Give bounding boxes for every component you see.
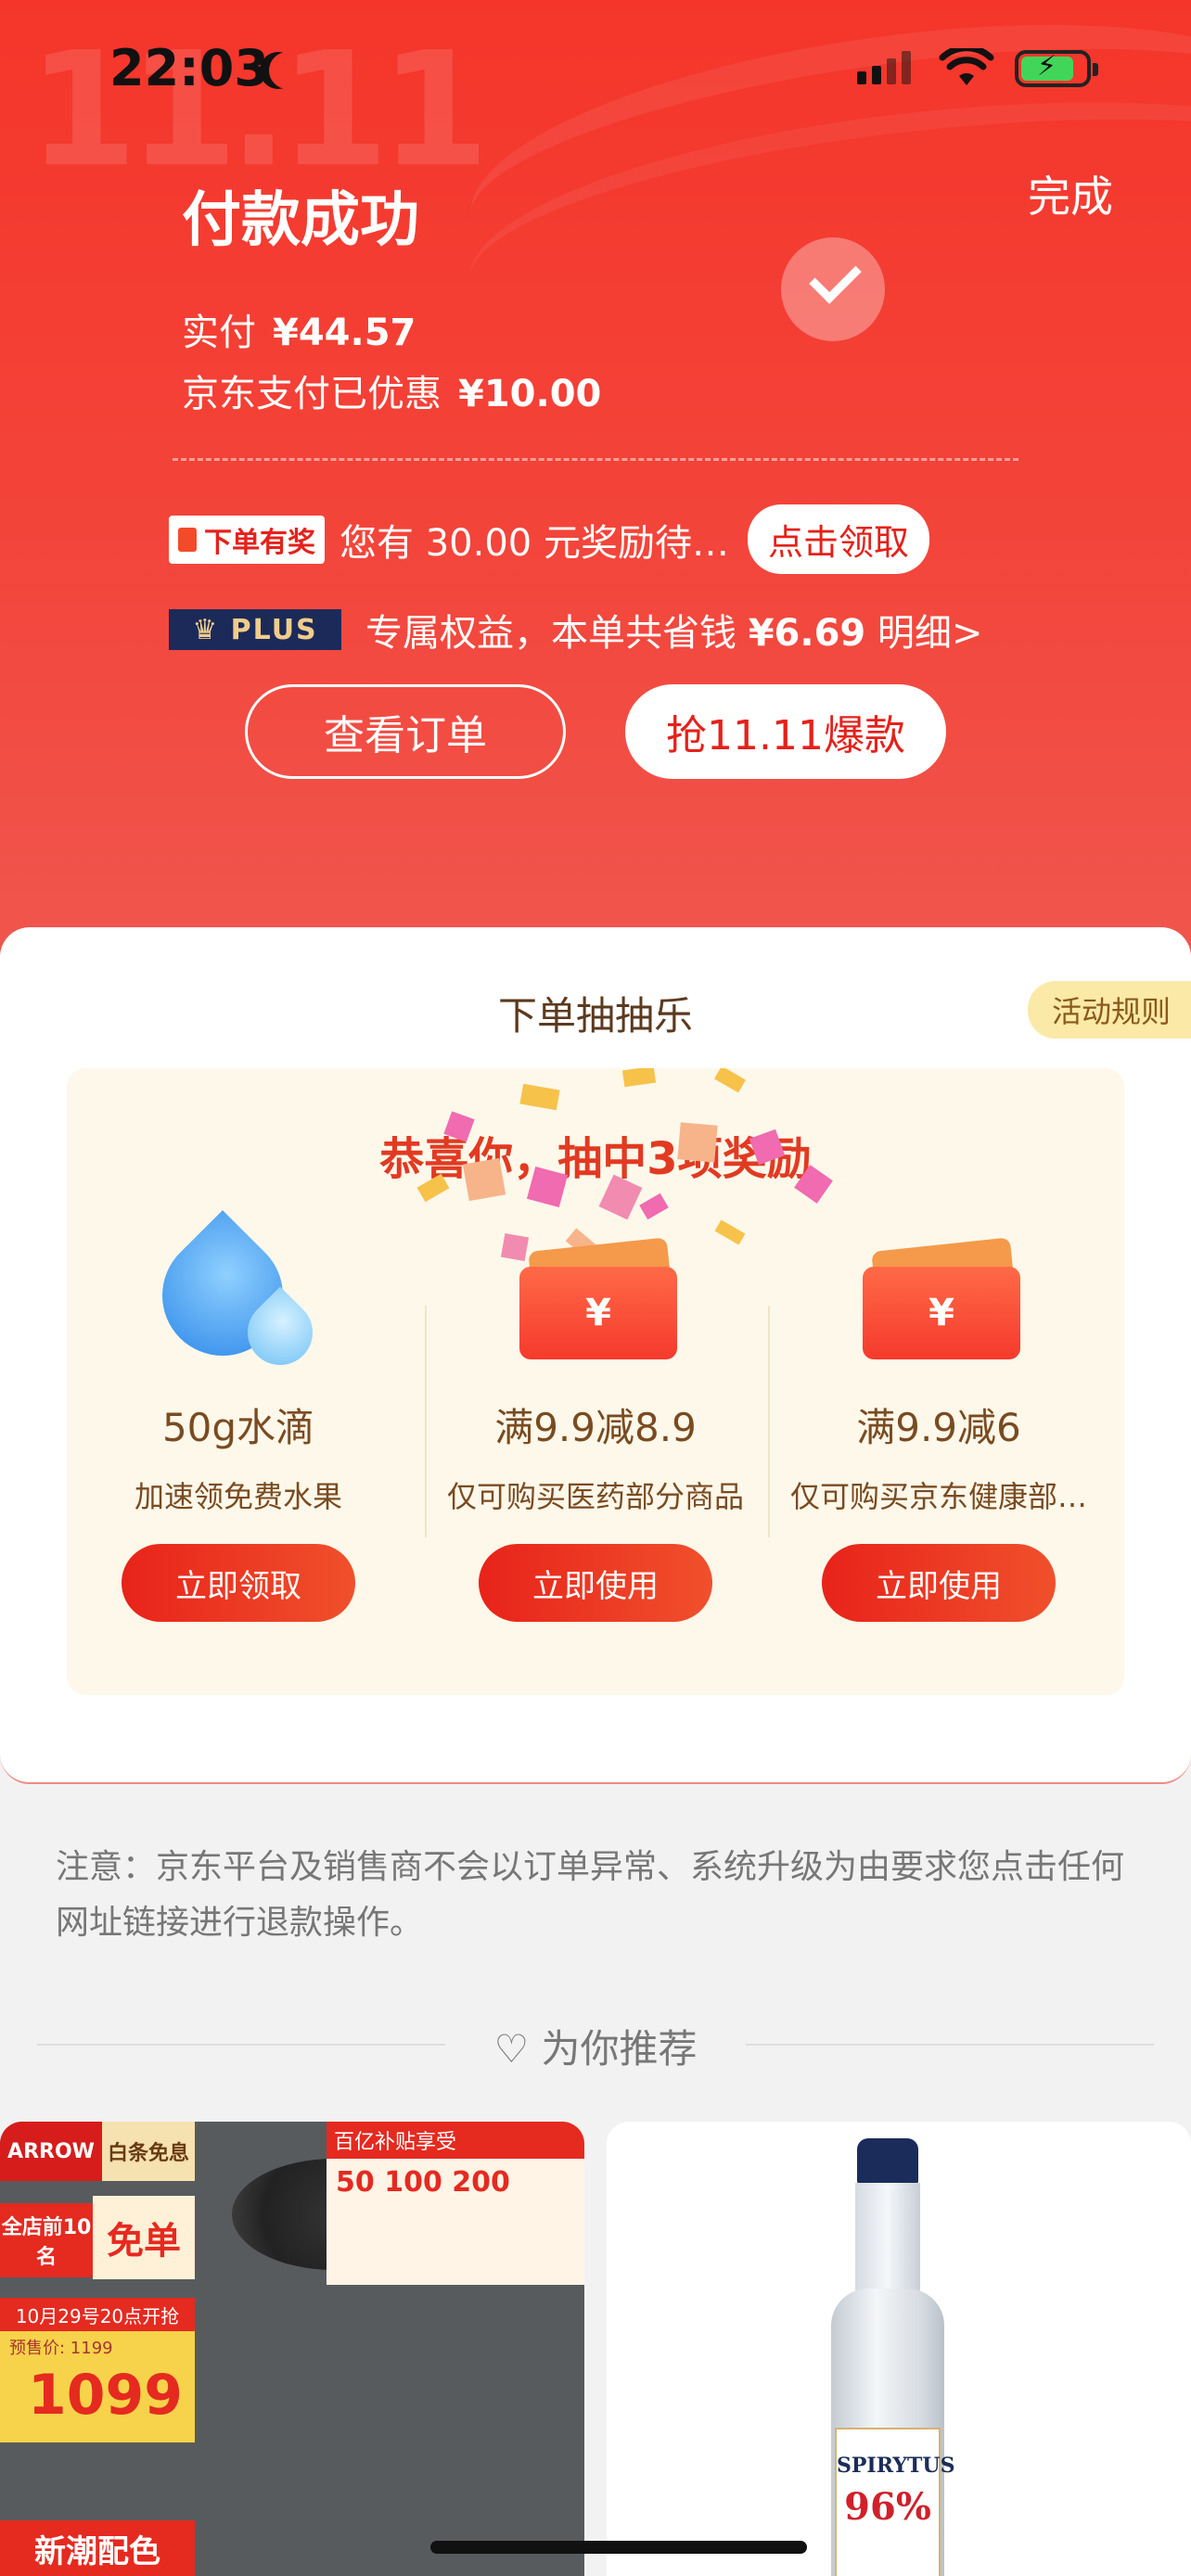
done-button[interactable]: 完成 <box>1028 163 1113 224</box>
prize-item: 50g水滴 加速领免费水果 立即领取 <box>67 1210 410 1622</box>
discount-line: 京东支付已优惠 ¥10.00 <box>182 363 601 417</box>
prize-box: 恭喜你，抽中3项奖励 50g水滴 加速领免费水果 立即领取 ¥ 满9.9减8.9… <box>67 1068 1124 1695</box>
prize-name: 50g水滴 <box>161 1405 315 1450</box>
plus-detail-link[interactable]: 明细> <box>877 612 983 655</box>
prize-name: 满9.9减8.9 <box>494 1405 697 1450</box>
discount-amount: ¥10.00 <box>458 373 602 415</box>
prize-desc: 加速领免费水果 <box>134 1479 342 1514</box>
deals-button[interactable]: 抢11.11爆款 <box>625 684 946 779</box>
product-card-spirytus[interactable]: SPIRYTUS 96% <box>607 2122 1191 2576</box>
plus-benefit-row[interactable]: ♛ PLUS 专属权益，本单共省钱 ¥6.69 明细> <box>169 603 982 657</box>
home-indicator[interactable] <box>430 2541 807 2554</box>
subsidy-panel: 百亿补贴享受 50 100 200 <box>327 2122 584 2285</box>
heart-icon: ♡ <box>493 2026 530 2072</box>
prize-item: ¥ 满9.9减6 仅可购买京东健康部… 立即使用 <box>767 1235 1110 1622</box>
prize-name: 满9.9减6 <box>856 1405 1021 1450</box>
view-order-button[interactable]: 查看订单 <box>245 684 566 779</box>
success-check-icon <box>781 237 885 341</box>
bottle-cap <box>857 2138 918 2185</box>
sale-date: 10月29号20点开抢 <box>0 2298 195 2331</box>
color-tag: 新潮配色 <box>0 2520 195 2576</box>
reward-text: 您有 30.00 元奖励待… <box>339 521 729 565</box>
security-notice: 注意：京东平台及销售商不会以订单异常、系统升级为由要求您点击任何网址链接进行退款… <box>56 1848 1125 1942</box>
price-panel: 预售价: 1199 1099 <box>0 2331 195 2442</box>
page-title: 付款成功 <box>182 186 419 255</box>
payment-header: 11.11 22:03 ⚡ 完成 付款成功 实付 ¥44.57 京东支付已优惠 ¥1… <box>0 0 1191 955</box>
prize-desc: 仅可购买京东健康部… <box>789 1479 1087 1514</box>
product-card-shower[interactable]: ARROW 白条免息 百亿补贴享受 50 100 200 全店前10名 免单 1… <box>0 2122 584 2576</box>
moon-icon <box>269 52 306 89</box>
bottle-neck <box>855 2183 920 2294</box>
paid-amount: ¥44.57 <box>273 312 416 354</box>
bottle-label: SPIRYTUS 96% <box>835 2428 954 2576</box>
reward-tag: 下单有奖 <box>169 515 325 564</box>
discount-label: 京东支付已优惠 <box>182 373 442 415</box>
red-envelope-icon <box>178 527 197 552</box>
coupon-icon: ¥ <box>855 1235 1022 1374</box>
claim-reward-button[interactable]: 点击领取 <box>747 504 929 574</box>
free-order-badge: 免单 <box>93 2196 195 2279</box>
water-drop-icon <box>137 1210 327 1381</box>
prize-desc: 仅可购买医药部分商品 <box>446 1479 744 1514</box>
paid-line: 实付 ¥44.57 <box>182 302 416 356</box>
congrats-text: 恭喜你，抽中3项奖励 <box>379 1133 812 1185</box>
plus-savings: 专属权益，本单共省钱 ¥6.69 明细> <box>365 612 983 655</box>
recommend-title: ♡ 为你推荐 <box>493 2026 698 2072</box>
coupon-icon: ¥ <box>512 1235 679 1374</box>
paid-label: 实付 <box>182 312 256 354</box>
wifi-icon <box>939 48 994 85</box>
use-coupon-button[interactable]: 立即使用 <box>479 1544 712 1622</box>
reward-row[interactable]: 下单有奖 您有 30.00 元奖励待… 点击领取 <box>169 504 929 574</box>
brand-label: ARROW <box>0 2122 102 2181</box>
store-rank-badge: 全店前10名 <box>0 2203 93 2277</box>
divider <box>173 458 1018 461</box>
lottery-title: 下单抽抽乐 <box>497 993 693 1039</box>
prize-item: ¥ 满9.9减8.9 仅可购买医药部分商品 立即使用 <box>424 1235 767 1622</box>
plus-badge: ♛ PLUS <box>169 609 341 650</box>
claim-prize-button[interactable]: 立即领取 <box>122 1544 355 1622</box>
baitiao-badge: 白条免息 <box>102 2122 195 2181</box>
rules-button[interactable]: 活动规则 <box>1027 981 1191 1039</box>
lottery-card: 下单抽抽乐 活动规则 恭喜你，抽中3项奖励 50g水滴 加速领免费水果 立即领取 <box>0 927 1191 1784</box>
signal-icon <box>857 51 911 84</box>
battery-icon: ⚡ <box>1015 50 1098 87</box>
status-time: 22:03 <box>109 39 269 97</box>
use-coupon-button[interactable]: 立即使用 <box>822 1544 1056 1622</box>
